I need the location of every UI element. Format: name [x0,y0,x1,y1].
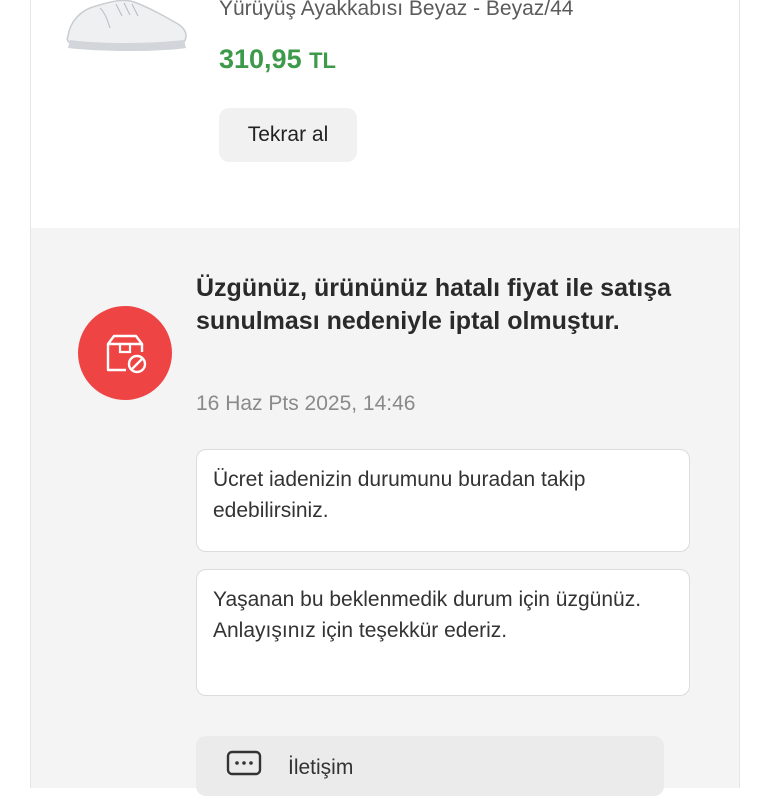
cancelled-box-icon [106,334,147,374]
product-price: 310,95 TL [219,44,336,75]
contact-label: İletişim [288,756,354,779]
product-name[interactable]: Yürüyüş Ayakkabısı Beyaz - Beyaz/44 [219,0,573,21]
price-currency: TL [309,48,336,73]
price-amount: 310,95 [219,44,302,74]
cancellation-date: 16 Haz Pts 2025, 14:46 [196,392,416,415]
cancellation-title: Üzgünüz, ürününüz hatalı fiyat ile satış… [196,274,672,335]
message-icon [226,750,262,776]
product-image[interactable] [60,0,190,56]
refund-status-message[interactable]: Ücret iadenizin durumunu buradan takip e… [196,449,690,552]
apology-message: Yaşanan bu beklenmedik durum için üzgünü… [196,569,690,696]
status-indicator [78,306,172,400]
rebuy-button[interactable]: Tekrar al [219,108,357,162]
contact-button[interactable]: İletişim [196,736,664,796]
